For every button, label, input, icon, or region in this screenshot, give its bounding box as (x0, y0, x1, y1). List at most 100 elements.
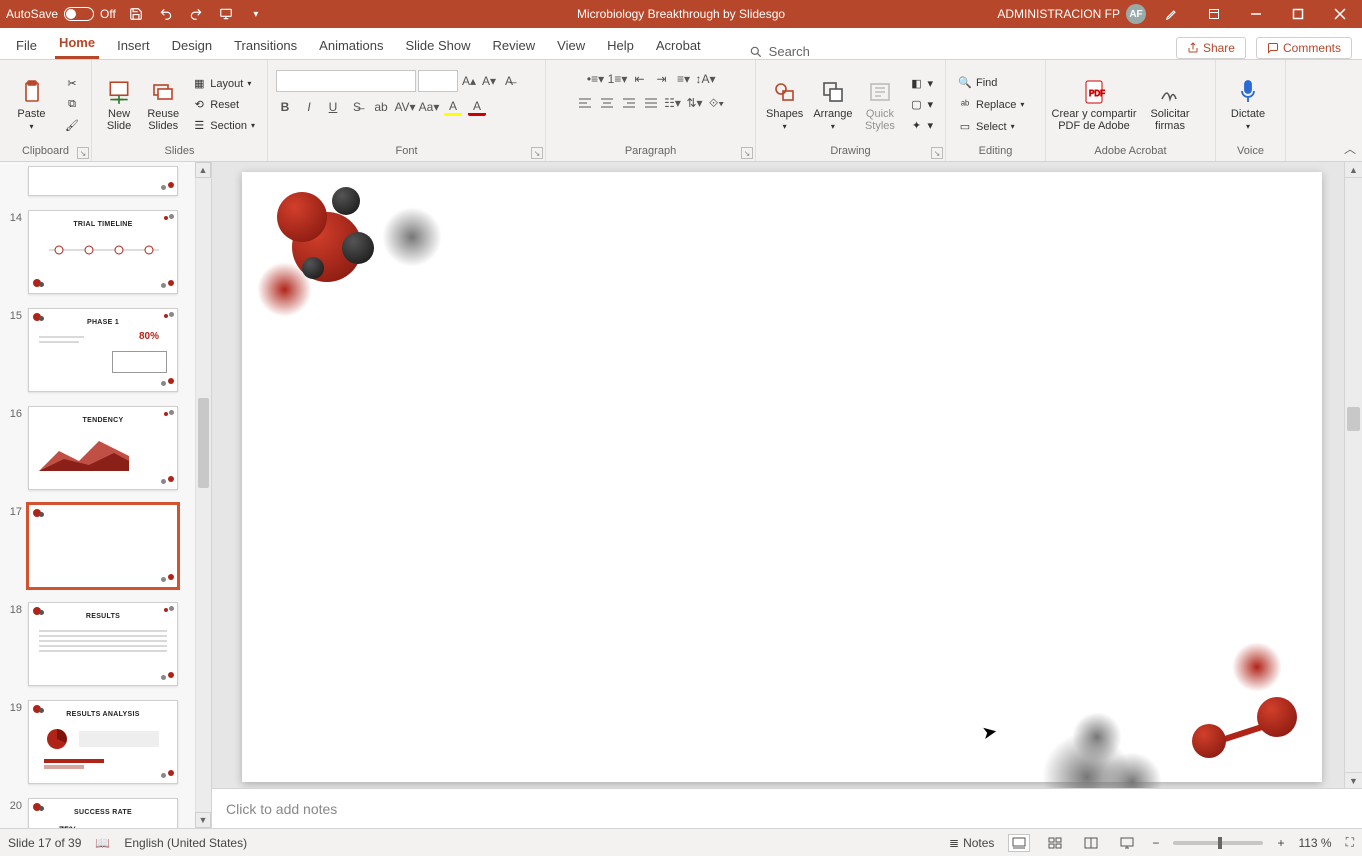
tell-me-search[interactable]: Search (749, 44, 810, 59)
tab-file[interactable]: File (12, 31, 41, 59)
font-color-button[interactable]: A (468, 98, 486, 116)
highlight-color-button[interactable]: A (444, 98, 462, 116)
copy-button[interactable]: ⧉ (61, 96, 83, 114)
font-dialog-launcher[interactable]: ↘ (531, 147, 543, 159)
fit-to-window-button[interactable]: ⛶ (1346, 835, 1354, 850)
tab-insert[interactable]: Insert (113, 31, 154, 59)
save-icon[interactable] (126, 4, 146, 24)
reset-button[interactable]: ⟲Reset (188, 96, 259, 114)
slideshow-view-button[interactable] (1116, 834, 1138, 852)
clear-format-button[interactable]: A̶ (500, 72, 518, 90)
reuse-slides-button[interactable]: Reuse Slides (144, 76, 182, 134)
paste-button[interactable]: Paste ▾ (8, 76, 55, 133)
scroll-knob[interactable] (1347, 407, 1360, 431)
font-size-combo[interactable] (418, 70, 458, 92)
justify-button[interactable] (642, 94, 660, 112)
smartart-button[interactable]: ⟐▾ (708, 94, 726, 112)
undo-icon[interactable] (156, 4, 176, 24)
spell-check-icon[interactable]: 📖 (95, 836, 110, 850)
select-button[interactable]: ▭Select ▾ (954, 118, 1028, 136)
redo-icon[interactable] (186, 4, 206, 24)
zoom-in-button[interactable]: + (1277, 836, 1284, 850)
slide-thumbnail[interactable]: TRIAL TIMELINE (28, 210, 178, 294)
font-family-combo[interactable] (276, 70, 416, 92)
change-case-button[interactable]: Aa▾ (420, 98, 438, 116)
dictate-button[interactable]: Dictate▾ (1224, 76, 1272, 133)
arrange-button[interactable]: Arrange▾ (811, 76, 854, 133)
char-spacing-button[interactable]: AV▾ (396, 98, 414, 116)
slide-thumbnail[interactable]: RESULTS ANALYSIS (28, 700, 178, 784)
shape-outline-button[interactable]: ▢▾ (905, 96, 937, 114)
inc-indent-button[interactable]: ⇥ (653, 70, 671, 88)
drawing-dialog-launcher[interactable]: ↘ (931, 147, 943, 159)
tab-design[interactable]: Design (168, 31, 216, 59)
slide-counter[interactable]: Slide 17 of 39 (8, 836, 81, 850)
collapse-ribbon-button[interactable]: ︿ (1344, 140, 1356, 157)
create-share-pdf-button[interactable]: PDF Crear y compartir PDF de Adobe (1054, 76, 1134, 134)
share-button[interactable]: Share (1176, 37, 1246, 59)
reading-view-button[interactable] (1080, 834, 1102, 852)
editor-scrollbar[interactable]: ▲ ▼ (1344, 162, 1362, 788)
tab-help[interactable]: Help (603, 31, 638, 59)
shape-effects-button[interactable]: ✦▾ (905, 117, 937, 135)
slide-thumbnail[interactable]: RESULTS (28, 602, 178, 686)
normal-view-button[interactable] (1008, 834, 1030, 852)
maximize-icon[interactable] (1282, 4, 1314, 24)
shape-fill-button[interactable]: ◧▾ (905, 75, 937, 93)
thumb-scroll-up[interactable]: ▲ (195, 162, 211, 178)
scroll-down-icon[interactable]: ▼ (1345, 772, 1362, 788)
replace-button[interactable]: ᵃᵇReplace ▾ (954, 96, 1028, 114)
slide-editor[interactable]: ➤ ▲ ▼ Click to add notes (212, 162, 1362, 828)
slide-canvas[interactable] (242, 172, 1322, 782)
paragraph-dialog-launcher[interactable]: ↘ (741, 147, 753, 159)
sorter-view-button[interactable] (1044, 834, 1066, 852)
qat-more-icon[interactable]: ▾ (246, 4, 266, 24)
tab-transitions[interactable]: Transitions (230, 31, 301, 59)
close-icon[interactable] (1324, 4, 1356, 24)
bullets-button[interactable]: •≡▾ (587, 70, 605, 88)
align-center-button[interactable] (598, 94, 616, 112)
minimize-icon[interactable] (1240, 4, 1272, 24)
layout-button[interactable]: ▦Layout▾ (188, 75, 259, 93)
bold-button[interactable]: B (276, 98, 294, 116)
autosave-toggle[interactable]: AutoSave Off (6, 7, 116, 21)
account-button[interactable]: ADMINISTRACION FP AF (997, 4, 1146, 24)
numbering-button[interactable]: 1≡▾ (609, 70, 627, 88)
from-beginning-icon[interactable] (216, 4, 236, 24)
align-text-button[interactable]: ⇅▾ (686, 94, 704, 112)
notes-toggle[interactable]: ≣ Notes (949, 836, 994, 850)
ribbon-display-icon[interactable] (1198, 4, 1230, 24)
cut-button[interactable]: ✂ (61, 75, 83, 93)
slide-thumbnail[interactable]: TENDENCY (28, 406, 178, 490)
strike-button[interactable]: S̶ (348, 98, 366, 116)
section-button[interactable]: ☰Section▾ (188, 117, 259, 135)
thumb-scroll-knob[interactable] (198, 398, 209, 488)
tab-home[interactable]: Home (55, 28, 99, 59)
tab-review[interactable]: Review (489, 31, 540, 59)
clipboard-dialog-launcher[interactable]: ↘ (77, 147, 89, 159)
shapes-button[interactable]: Shapes▾ (764, 76, 805, 133)
pencil-draw-icon[interactable] (1156, 4, 1188, 24)
line-spacing-button[interactable]: ≡▾ (675, 70, 693, 88)
slide-thumbnail-selected[interactable] (28, 504, 178, 588)
comments-button[interactable]: Comments (1256, 37, 1352, 59)
slide-thumbnail[interactable] (28, 166, 178, 196)
request-signatures-button[interactable]: Solicitar firmas (1140, 76, 1200, 134)
shadow-button[interactable]: ab (372, 98, 390, 116)
shrink-font-button[interactable]: A▾ (480, 72, 498, 90)
thumb-scrollbar[interactable] (195, 178, 211, 812)
grow-font-button[interactable]: A▴ (460, 72, 478, 90)
format-painter-button[interactable]: 🖌 (61, 117, 83, 135)
slide-thumbnail[interactable]: PHASE 1 80% (28, 308, 178, 392)
zoom-percent[interactable]: 113 % (1298, 836, 1331, 850)
notes-pane[interactable]: Click to add notes (212, 788, 1362, 828)
align-right-button[interactable] (620, 94, 638, 112)
underline-button[interactable]: U (324, 98, 342, 116)
align-left-button[interactable] (576, 94, 594, 112)
find-button[interactable]: 🔍Find (954, 74, 1028, 92)
dec-indent-button[interactable]: ⇤ (631, 70, 649, 88)
zoom-out-button[interactable]: − (1152, 836, 1159, 850)
language-status[interactable]: English (United States) (124, 836, 247, 850)
italic-button[interactable]: I (300, 98, 318, 116)
quick-styles-button[interactable]: Quick Styles (860, 76, 899, 134)
